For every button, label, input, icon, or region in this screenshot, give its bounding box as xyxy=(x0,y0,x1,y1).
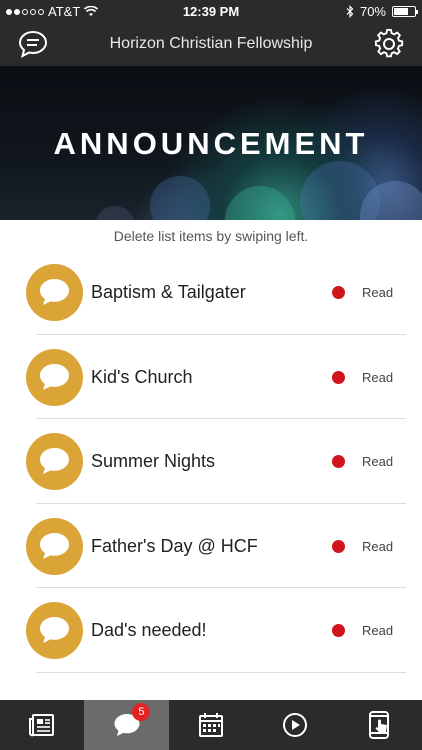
read-status-dot xyxy=(332,624,345,637)
message-avatar xyxy=(26,264,83,321)
gear-icon xyxy=(374,29,404,58)
speech-bubble-icon xyxy=(40,279,69,305)
status-bar: AT&T 12:39 PM 70% xyxy=(0,0,422,22)
read-status-label: Read xyxy=(362,285,394,300)
message-avatar xyxy=(26,348,83,406)
banner-title: ANNOUNCEMENT xyxy=(53,126,369,161)
unread-badge: 5 xyxy=(132,703,151,721)
divider xyxy=(36,671,406,673)
calendar-icon xyxy=(199,713,224,737)
speech-bubble-icon xyxy=(40,617,69,643)
announcement-title: Baptism & Tailgater xyxy=(91,282,246,302)
status-right: 70% xyxy=(346,4,418,19)
speech-bubble-icon xyxy=(40,363,69,390)
tab-media[interactable] xyxy=(253,700,337,750)
list-item[interactable]: Father's Day @ HCF Read xyxy=(0,504,422,588)
list-item[interactable]: Kid's Church Read xyxy=(0,335,422,419)
app-title: Horizon Christian Fellowship xyxy=(109,35,313,52)
tablet-touch-icon xyxy=(368,711,389,739)
read-status-dot xyxy=(332,455,345,468)
speech-bubble-icon xyxy=(40,532,69,559)
speech-bubble-icon xyxy=(40,448,69,474)
read-status-dot xyxy=(332,370,345,384)
newspaper-icon xyxy=(29,714,55,737)
announcement-title: Kid's Church xyxy=(91,366,193,387)
tab-events[interactable] xyxy=(169,700,253,750)
read-status-label: Read xyxy=(362,623,394,638)
read-status-dot xyxy=(332,286,345,299)
tab-connect[interactable] xyxy=(338,700,422,750)
message-avatar xyxy=(26,433,83,490)
read-status-dot xyxy=(332,539,345,553)
swipe-hint: Delete list items by swiping left. xyxy=(113,228,309,244)
tab-messages[interactable]: 5 xyxy=(84,700,169,750)
tab-news[interactable] xyxy=(0,700,84,750)
read-status-label: Read xyxy=(362,454,394,469)
announcement-list: Baptism & Tailgater Read Kid's Church Re… xyxy=(0,250,422,673)
announcement-title: Summer Nights xyxy=(91,451,216,471)
tab-bar: 5 xyxy=(0,700,422,750)
announcement-title: Father's Day @ HCF xyxy=(91,535,258,556)
settings-button[interactable] xyxy=(374,29,404,59)
play-icon xyxy=(283,713,308,737)
announcement-title: Dad's needed! xyxy=(91,620,207,640)
read-status-label: Read xyxy=(362,369,394,385)
message-avatar xyxy=(26,517,83,575)
battery-percent: 70% xyxy=(359,4,386,19)
list-item[interactable]: Baptism & Tailgater Read xyxy=(0,250,422,335)
list-item[interactable]: Dad's needed! Read xyxy=(0,588,422,673)
announcement-banner: ANNOUNCEMENT xyxy=(0,66,422,220)
battery-icon xyxy=(392,6,418,17)
message-avatar xyxy=(26,602,83,659)
bluetooth-icon xyxy=(346,5,354,18)
nav-bar: Horizon Christian Fellowship xyxy=(0,22,422,66)
list-item[interactable]: Summer Nights Read xyxy=(0,419,422,504)
read-status-label: Read xyxy=(362,538,394,554)
